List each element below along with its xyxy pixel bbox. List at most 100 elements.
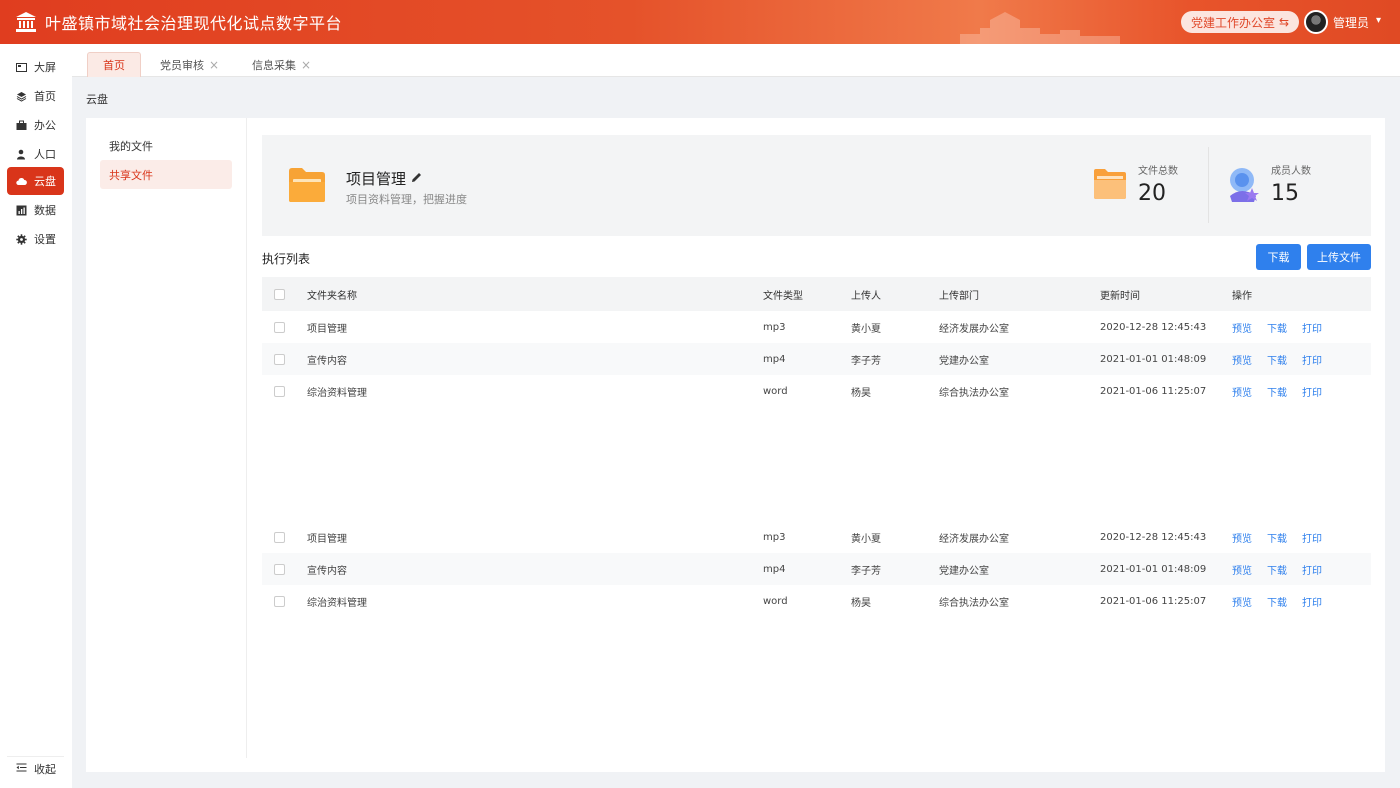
download-button[interactable]: 下载 [1256,244,1301,270]
collapse-menu-icon [16,762,27,776]
edit-pencil-icon[interactable] [410,170,423,188]
members-icon [1230,168,1259,202]
cell-dept: 综合执法办公室 [939,597,1009,609]
cell-uploader: 李子芳 [851,565,881,577]
download-link[interactable]: 下载 [1267,384,1287,399]
file-count-label: 文件总数 [1138,166,1178,177]
project-title-text: 项目管理 [346,170,407,188]
cell-dept: 党建办公室 [939,355,989,367]
preview-link[interactable]: 预览 [1232,562,1252,577]
cell-name: 综治资料管理 [307,597,367,609]
subnav-my-files[interactable]: 我的文件 [100,131,232,160]
download-link[interactable]: 下载 [1267,320,1287,335]
tab-info-collection[interactable]: 信息采集 × [244,52,319,77]
file-subnav: 我的文件 共享文件 [86,118,247,758]
cell-name: 项目管理 [307,323,347,335]
sidebar-item-population[interactable]: 人口 [7,140,64,168]
row-checkbox[interactable] [274,354,285,365]
sidebar-item-cloud[interactable]: 云盘 [7,167,64,195]
cell-uploader: 黄小夏 [851,323,881,335]
table-header: 文件夹名称 文件类型 上传人 上传部门 更新时间 操作 [262,277,1371,311]
row-checkbox[interactable] [274,564,285,575]
preview-link[interactable]: 预览 [1232,594,1252,609]
print-link[interactable]: 打印 [1302,594,1322,609]
download-link[interactable]: 下载 [1267,562,1287,577]
swap-icon: ⇆ [1279,15,1290,29]
sidebar: 大屏 首页 办公 人口 云盘 数据 设置 收起 [0,44,72,788]
sidebar-item-label: 设置 [34,233,56,246]
preview-link[interactable]: 预览 [1232,530,1252,545]
briefcase-icon [16,120,27,131]
person-icon [16,149,27,160]
print-link[interactable]: 打印 [1302,320,1322,335]
sidebar-item-office[interactable]: 办公 [7,111,64,139]
col-header-name: 文件夹名称 [307,290,357,302]
government-building-icon [15,11,37,33]
switch-office-button[interactable]: 党建工作办公室 ⇆ [1181,11,1300,33]
app-title: 叶盛镇市域社会治理现代化试点数字平台 [45,14,343,33]
stat-divider [1208,147,1209,223]
col-header-dept: 上传部门 [939,290,979,302]
preview-link[interactable]: 预览 [1232,384,1252,399]
col-header-uploader: 上传人 [851,290,881,302]
tab-label: 党员审核 [159,58,204,72]
screen-icon [16,62,27,73]
table-row: 宣传内容 mp4 李子芳 党建办公室 2021-01-01 01:48:09 预览 下载 打印 [262,553,1371,585]
chevron-down-icon[interactable]: ▾ [1376,15,1381,26]
download-link[interactable]: 下载 [1267,594,1287,609]
col-header-time: 更新时间 [1100,290,1140,302]
download-link[interactable]: 下载 [1267,352,1287,367]
user-name[interactable]: 管理员 [1333,14,1369,31]
sidebar-item-settings[interactable]: 设置 [7,225,64,253]
cloud-icon [16,176,27,187]
tab-member-review[interactable]: 党员审核 × [152,52,227,77]
collapse-sidebar-button[interactable]: 收起 [7,756,64,780]
folder-icon [289,168,325,202]
select-all-checkbox[interactable] [274,289,285,300]
cell-type: mp4 [763,563,786,575]
cell-name: 宣传内容 [307,355,347,367]
print-link[interactable]: 打印 [1302,530,1322,545]
row-checkbox[interactable] [274,596,285,607]
table-row: 综治资料管理 word 杨昊 综合执法办公室 2021-01-06 11:25:07 预览… [262,585,1371,617]
print-link[interactable]: 打印 [1302,384,1322,399]
cell-ops: 预览 下载 打印 [1232,375,1337,407]
cell-type: word [763,595,788,607]
cell-name: 综治资料管理 [307,387,367,399]
cell-dept: 综合执法办公室 [939,387,1009,399]
cell-dept: 经济发展办公室 [939,533,1009,545]
sidebar-item-screen[interactable]: 大屏 [7,53,64,81]
preview-link[interactable]: 预览 [1232,352,1252,367]
print-link[interactable]: 打印 [1302,352,1322,367]
upload-file-button[interactable]: 上传文件 [1307,244,1371,270]
sidebar-item-label: 首页 [34,90,56,103]
sidebar-item-data[interactable]: 数据 [7,196,64,224]
cell-uploader: 杨昊 [851,387,871,399]
cell-dept: 党建办公室 [939,565,989,577]
list-title: 执行列表 [262,252,311,266]
avatar[interactable] [1304,10,1328,34]
download-link[interactable]: 下载 [1267,530,1287,545]
preview-link[interactable]: 预览 [1232,320,1252,335]
chart-icon [16,205,27,216]
sidebar-item-label: 数据 [34,204,56,217]
print-link[interactable]: 打印 [1302,562,1322,577]
cell-time: 2020-12-28 12:45:43 [1100,321,1207,333]
tab-home[interactable]: 首页 [87,52,141,77]
project-description: 项目资料管理，把握进度 [346,193,467,206]
cell-type: mp4 [763,353,786,365]
subnav-shared-files[interactable]: 共享文件 [100,160,232,189]
table-row: 项目管理 mp3 黄小夏 经济发展办公室 2020-12-28 12:45:43 预览 下载… [262,521,1371,553]
close-icon[interactable]: × [301,58,311,72]
close-icon[interactable]: × [209,58,219,72]
sidebar-item-label: 云盘 [34,175,56,188]
table-row: 综治资料管理 word 杨昊 综合执法办公室 2021-01-06 11:25:07 预览… [262,375,1371,407]
cell-time: 2021-01-01 01:48:09 [1100,353,1207,365]
sidebar-item-home[interactable]: 首页 [7,82,64,110]
tiananmen-skyline-decoration [960,12,1120,44]
row-checkbox[interactable] [274,532,285,543]
row-checkbox[interactable] [274,386,285,397]
row-checkbox[interactable] [274,322,285,333]
cell-uploader: 杨昊 [851,597,871,609]
sidebar-item-label: 人口 [34,148,56,161]
